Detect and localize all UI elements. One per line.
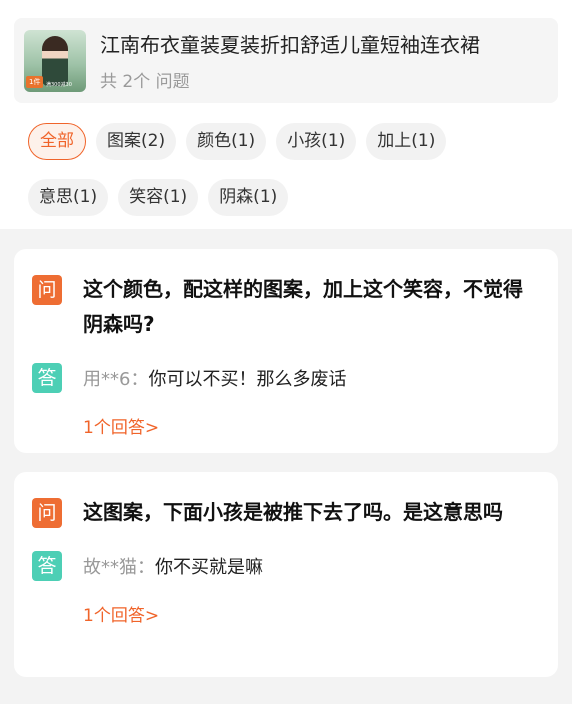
filter-chip-plus[interactable]: 加上(1) xyxy=(366,123,447,160)
question-badge: 问 xyxy=(32,498,62,528)
question-text: 这图案，下面小孩是被推下去了吗。是这意思吗 xyxy=(83,500,503,524)
more-answers-link[interactable]: 1个回答> xyxy=(83,601,159,626)
product-summary[interactable]: 1件 满300减30 江南布衣童装夏装折扣舒适儿童短袖连衣裙 共 2个 问题 xyxy=(14,18,558,103)
answer-row: 答 用**6： 你可以不买！那么多废话 xyxy=(32,363,540,393)
answer-user: 故**猫： xyxy=(83,557,155,578)
product-model-image xyxy=(42,35,68,86)
more-answers-link[interactable]: 1个回答> xyxy=(83,413,159,438)
filter-chip-meaning[interactable]: 意思(1) xyxy=(28,179,109,216)
product-title[interactable]: 江南布衣童装夏装折扣舒适儿童短袖连衣裙 xyxy=(100,29,540,58)
filter-chip-pattern[interactable]: 图案(2) xyxy=(96,123,177,160)
answer-text: 你可以不买！那么多废话 xyxy=(148,369,347,390)
question-card[interactable]: 问 这个颜色，配这样的图案，加上这个笑容，不觉得阴森吗? 答 用**6： 你可以… xyxy=(14,249,558,453)
question-card[interactable]: 问 这图案，下面小孩是被推下去了吗。是这意思吗 答 故**猫： 你不买就是嘛 1… xyxy=(14,472,558,677)
answer-user: 用**6： xyxy=(83,369,149,390)
product-thumbnail[interactable]: 1件 满300减30 xyxy=(24,29,86,92)
answer-text: 你不买就是嘛 xyxy=(155,557,263,578)
filter-chip-child[interactable]: 小孩(1) xyxy=(276,123,357,160)
question-row: 问 这图案，下面小孩是被推下去了吗。是这意思吗 xyxy=(32,498,540,530)
question-badge: 问 xyxy=(32,275,62,305)
filter-chip-gloomy[interactable]: 阴森(1) xyxy=(208,179,289,216)
filter-chips: 全部 图案(2) 颜色(1) 小孩(1) 加上(1) 意思(1) 笑容(1) 阴… xyxy=(0,103,520,235)
answer-row: 答 故**猫： 你不买就是嘛 xyxy=(32,551,540,581)
thumb-promo: 满300减30 xyxy=(46,81,72,88)
answer-badge: 答 xyxy=(32,363,62,393)
question-count: 共 2个 问题 xyxy=(100,72,190,92)
answer-badge: 答 xyxy=(32,551,62,581)
question-row: 问 这个颜色，配这样的图案，加上这个笑容，不觉得阴森吗? xyxy=(32,275,540,342)
filter-chip-smile[interactable]: 笑容(1) xyxy=(118,179,199,216)
header-section: 1件 满300减30 江南布衣童装夏装折扣舒适儿童短袖连衣裙 共 2个 问题 全… xyxy=(0,0,572,229)
question-text: 这个颜色，配这样的图案，加上这个笑容，不觉得阴森吗? xyxy=(83,277,523,336)
filter-chip-all[interactable]: 全部 xyxy=(28,123,86,160)
thumb-tag: 1件 xyxy=(26,75,44,88)
product-info: 江南布衣童装夏装折扣舒适儿童短袖连衣裙 共 2个 问题 xyxy=(100,29,540,92)
filter-chip-color[interactable]: 颜色(1) xyxy=(186,123,267,160)
